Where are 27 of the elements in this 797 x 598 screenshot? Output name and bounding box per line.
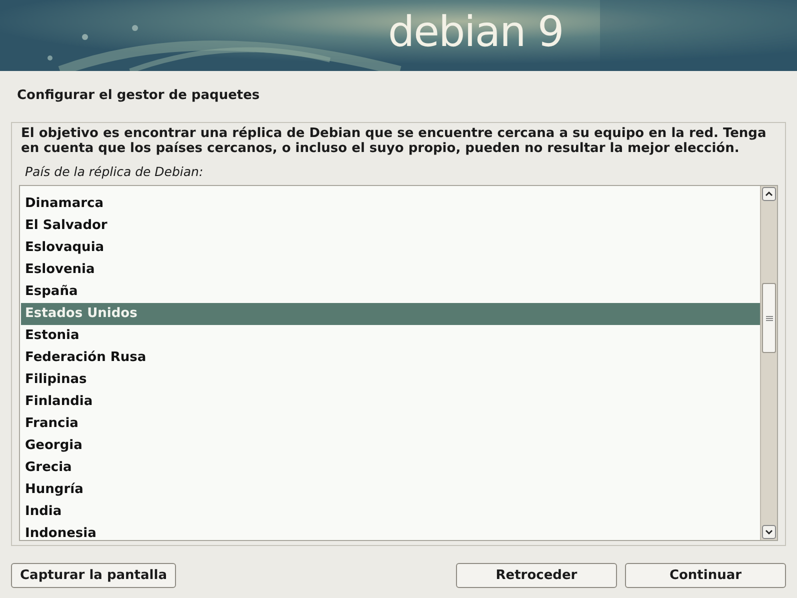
list-label: País de la réplica de Debian: [25, 164, 204, 179]
scroll-up-icon[interactable] [762, 187, 776, 201]
list-item[interactable]: Dinamarca [21, 193, 760, 215]
list-item[interactable]: Federación Rusa [21, 347, 760, 369]
action-button[interactable]: Capturar la pantalla [11, 563, 176, 588]
page-title: Configurar el gestor de paquetes [17, 88, 260, 103]
list-item[interactable]: Estados Unidos [21, 303, 760, 325]
list-item[interactable]: Indonesia [21, 523, 760, 540]
list-item[interactable]: Hungría [21, 479, 760, 501]
description-text: El objetivo es encontrar una réplica de Debian que se encuentre cercana a su equipo en la red. Tenga en cuenta que los países cercanos, o incluso el suyo propio, pueden no resultar la mejor elección. [20, 126, 768, 156]
list-item[interactable]: Filipinas [21, 369, 760, 391]
list-item[interactable]: Eslovenia [21, 259, 760, 281]
scroll-down-icon[interactable] [762, 525, 776, 539]
scrollbar[interactable] [760, 186, 777, 540]
scroll-thumb[interactable] [762, 283, 776, 353]
list-item[interactable]: España [21, 281, 760, 303]
action-button[interactable]: Retroceder [456, 563, 617, 588]
logo-text: debian 9 [388, 10, 564, 52]
list-item[interactable]: Eslovaquia [21, 237, 760, 259]
list-item[interactable]: Grecia [21, 457, 760, 479]
list-item[interactable]: El Salvador [21, 215, 760, 237]
list-item[interactable]: Georgia [21, 435, 760, 457]
list-item[interactable]: Francia [21, 413, 760, 435]
list-item[interactable]: Estonia [21, 325, 760, 347]
list-item[interactable]: Finlandia [21, 391, 760, 413]
action-button[interactable]: Continuar [625, 563, 786, 588]
list-item[interactable]: India [21, 501, 760, 523]
